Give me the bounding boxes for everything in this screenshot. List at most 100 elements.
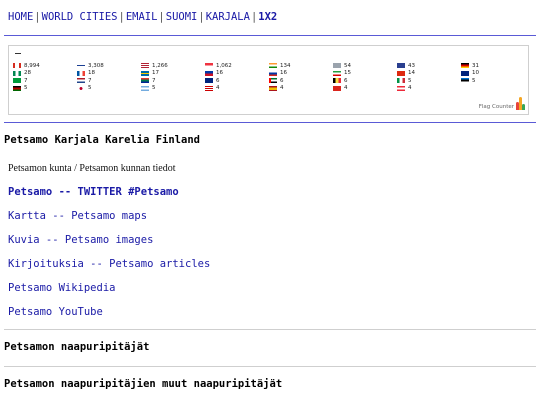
country-flag-icon [397,63,405,69]
nav-1x2[interactable]: 1X2 [258,11,277,23]
visitor-count: 5 [152,85,156,92]
link-twitter[interactable]: Petsamo -- TWITTER #Petsamo [8,186,179,198]
visitor-count: 134 [280,62,291,69]
section-neighbors-of-neighbors: Petsamon naapuripitäjien muut naapuripit… [4,378,283,390]
visitor-count: 14 [408,70,415,77]
header-divider [4,35,536,36]
link-youtube[interactable]: Petsamo YouTube [8,306,103,318]
flag-counter-entry: 16 [269,70,333,78]
flag-counter-entry: 17 [141,70,205,78]
country-flag-icon [141,63,149,69]
flag-counter-widget[interactable]: 8,994 3,308 1,266 1,062 134 54 43 31 28 18 17 16 16 1… [8,45,529,115]
section-divider [4,366,536,367]
visitor-count: 5 [408,77,412,84]
flag-counter-entry: 18 [77,70,141,78]
flag-counter-entry: 14 [397,70,461,78]
flag-counter-entry: 54 [333,62,397,70]
flag-counter-entry: 10 [461,70,525,78]
country-flag-icon [461,63,469,69]
flag-counter-entry: 5 [13,85,77,93]
visitor-count: 6 [344,77,348,84]
country-flag-icon [397,78,405,84]
flag-counter-brand[interactable]: Flag Counter [478,96,525,110]
country-flag-icon [269,70,277,76]
link-wikipedia[interactable]: Petsamo Wikipedia [8,282,115,294]
country-flag-icon [269,63,277,69]
visitor-count: 5 [24,85,28,92]
country-flag-icon [13,63,21,69]
visitor-count: 6 [216,77,220,84]
country-flag-icon [333,70,341,76]
flag-counter-entry: 5 [77,85,141,93]
visitor-count: 16 [280,70,287,77]
flag-counter-entry: 15 [333,70,397,78]
visitor-count: 31 [472,62,479,69]
flag-counter-logo-icon [516,96,525,110]
visitor-count: 1,266 [152,62,168,69]
nav-separator: | [158,11,165,23]
flag-counter-entry: 43 [397,62,461,70]
country-flag-icon [205,78,213,84]
country-flag-icon [269,78,277,84]
country-flag-icon [77,70,85,76]
flag-counter-brand-label: Flag Counter [478,104,514,110]
flag-counter-entry: 3,308 [77,62,141,70]
link-images[interactable]: Kuvia -- Petsamo images [8,234,153,246]
nav-karjala[interactable]: KARJALA [206,11,250,23]
flag-counter-grid: 8,994 3,308 1,266 1,062 134 54 43 31 28 18 17 16 16 1… [13,62,525,92]
visitor-count: 8,994 [24,62,40,69]
country-flag-icon [77,63,85,69]
country-flag-icon [205,70,213,76]
nav-world-cities[interactable]: WORLD CITIES [42,11,118,23]
nav-suomi[interactable]: SUOMI [166,11,198,23]
link-articles[interactable]: Kirjoituksia -- Petsamo articles [8,258,210,270]
flag-counter-entry: 134 [269,62,333,70]
nav-home[interactable]: HOME [8,11,33,23]
flag-counter-entry: 6 [269,77,333,85]
visitor-count: 1,062 [216,62,232,69]
visitor-count: 6 [280,77,284,84]
country-flag-icon [269,85,277,91]
country-flag-icon [333,63,341,69]
nav-email[interactable]: EMAIL [126,11,158,23]
flag-counter-entry: 4 [333,85,397,93]
country-flag-icon [13,78,21,84]
top-nav: HOME|WORLD CITIES|EMAIL|SUOMI|KARJALA|1X… [8,11,277,23]
visitor-count: 18 [88,70,95,77]
flag-counter-entry: 5 [461,77,525,85]
flag-counter-entry: 31 [461,62,525,70]
flag-counter-entry: 1,266 [141,62,205,70]
nav-separator: | [250,11,258,23]
nav-separator: | [198,11,205,23]
country-flag-icon [397,70,405,76]
visitor-count: 5 [88,85,92,92]
visitor-count: 5 [472,77,476,84]
country-flag-icon [77,78,85,84]
nav-separator: | [118,11,125,23]
country-flag-icon [141,85,149,91]
visitor-count: 3,308 [88,62,104,69]
country-flag-icon [205,85,213,91]
flag-counter-dash [15,53,21,54]
visitor-count: 10 [472,70,479,77]
flag-counter-entry: 4 [269,85,333,93]
country-flag-icon [141,78,149,84]
flag-counter-entry: 7 [141,77,205,85]
section-neighbors: Petsamon naapuripitäjät [4,341,150,353]
link-maps[interactable]: Kartta -- Petsamo maps [8,210,147,222]
country-flag-icon [333,78,341,84]
flag-counter-entry: 28 [13,70,77,78]
flag-counter-entry: 1,062 [205,62,269,70]
country-flag-icon [397,85,405,91]
nav-separator: | [34,11,41,23]
flag-counter-entry: 6 [333,77,397,85]
country-flag-icon [13,85,21,91]
flag-counter-entry: 4 [205,85,269,93]
visitor-count: 16 [216,70,223,77]
visitor-count: 4 [280,85,284,92]
visitor-count: 28 [24,70,31,77]
visitor-count: 43 [408,62,415,69]
country-flag-icon [461,78,469,84]
country-flag-icon [77,85,85,91]
flag-counter-entry: 5 [397,77,461,85]
